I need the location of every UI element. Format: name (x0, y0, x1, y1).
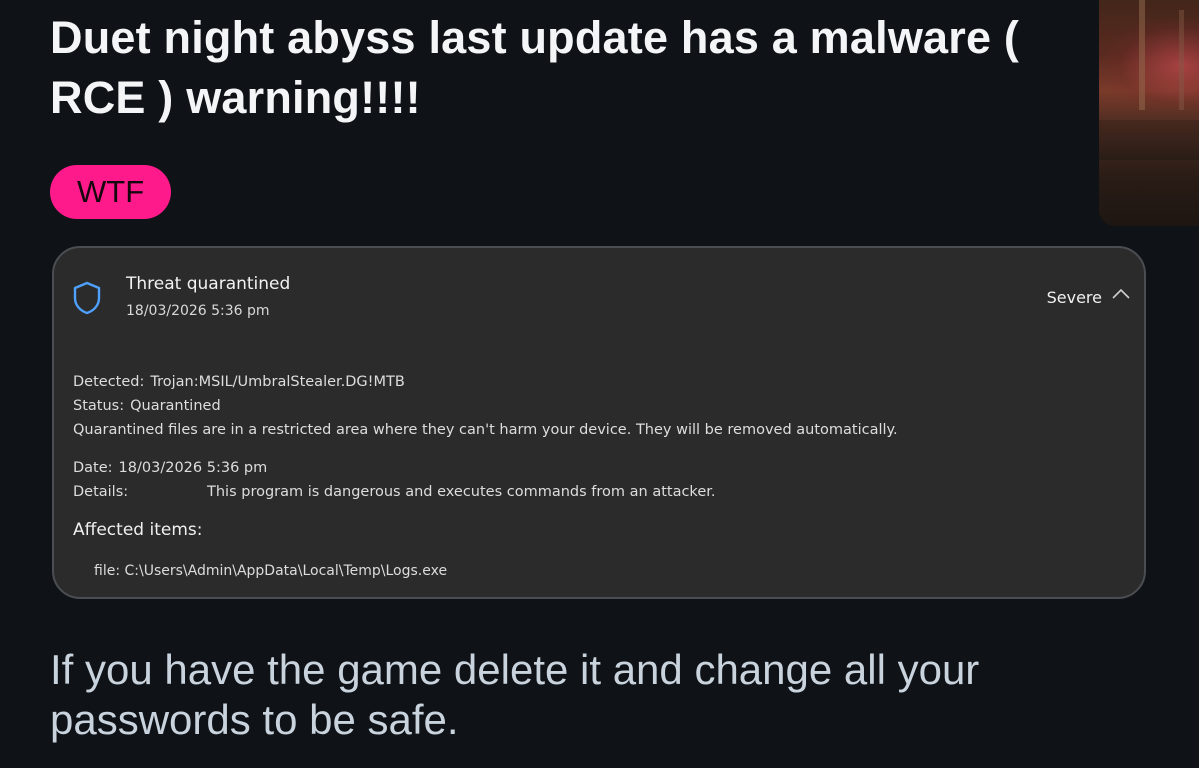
thumbnail-detail (1179, 10, 1184, 110)
date-row: Date: 18/03/2026 5:36 pm (73, 460, 267, 476)
status-row: Status: Quarantined (73, 398, 221, 414)
status-label: Status: (73, 398, 125, 414)
post-thumbnail[interactable] (1099, 0, 1199, 226)
detected-value: Trojan:MSIL/UmbralStealer.DG!MTB (150, 374, 405, 390)
detected-label: Detected: (73, 374, 145, 390)
thumbnail-detail (1139, 0, 1145, 110)
post-flair-badge[interactable]: WTF (50, 165, 172, 219)
details-label: Details: (73, 484, 129, 500)
affected-file-path: file: C:\Users\Admin\AppData\Local\Temp\… (94, 563, 448, 579)
detected-row: Detected: Trojan:MSIL/UmbralStealer.DG!MT… (73, 374, 405, 390)
shield-icon (73, 281, 101, 315)
notification-timestamp: 18/03/2026 5:36 pm (126, 303, 270, 319)
notification-title: Threat quarantined (126, 274, 291, 294)
severity-label: Severe (1046, 288, 1102, 307)
post-body-text: If you have the game delete it and chang… (50, 646, 980, 743)
chevron-up-icon[interactable] (1108, 284, 1134, 304)
post-page: Duet night abyss last update has a malwa… (0, 0, 1199, 768)
thumbnail-floor (1099, 120, 1199, 160)
quarantine-note: Quarantined files are in a restricted ar… (73, 422, 898, 438)
post-title[interactable]: Duet night abyss last update has a malwa… (50, 8, 1060, 128)
date-value: 18/03/2026 5:36 pm (118, 460, 268, 476)
status-value: Quarantined (130, 398, 221, 414)
screenshot-threat-notification[interactable]: Threat quarantined 18/03/2026 5:36 pm Se… (52, 246, 1146, 599)
details-value: This program is dangerous and executes c… (207, 484, 716, 500)
thumbnail-glow (1109, 20, 1199, 110)
affected-items-heading: Affected items: (73, 520, 203, 540)
date-label: Date: (73, 460, 113, 476)
